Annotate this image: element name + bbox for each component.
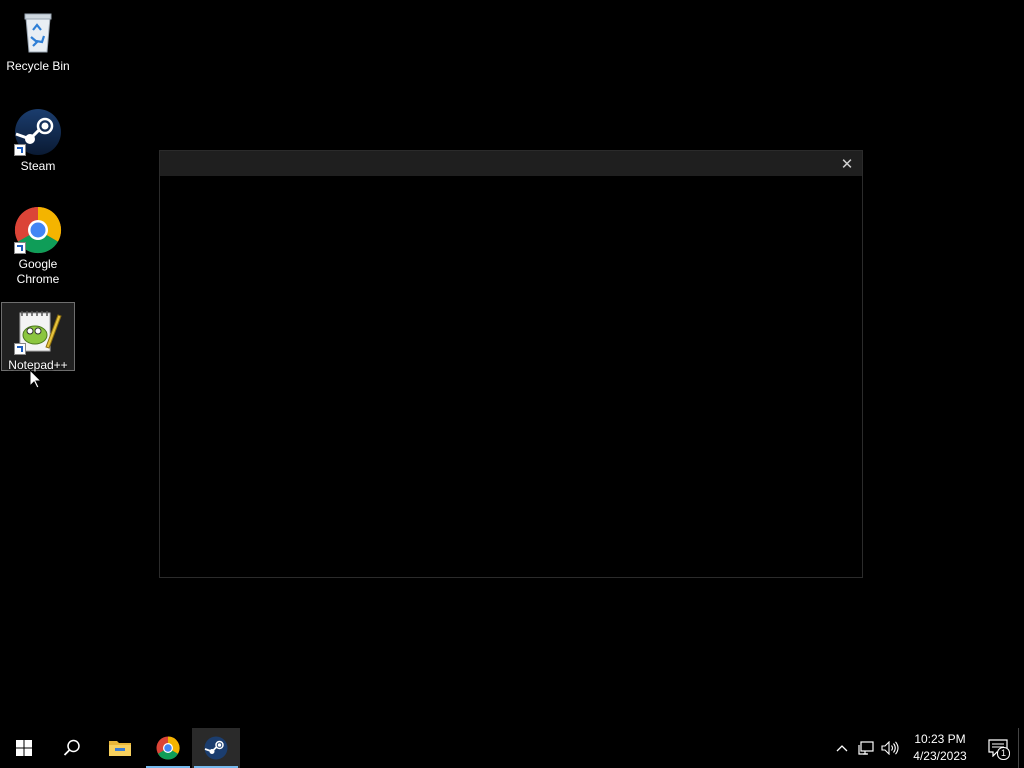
steam-icon <box>14 108 62 156</box>
clock-date: 4/23/2023 <box>913 749 967 763</box>
show-desktop-button[interactable] <box>1018 728 1024 768</box>
taskbar: 10:23 PM 4/23/2023 1 <box>0 728 1024 768</box>
chrome-taskbar-button[interactable] <box>144 728 192 768</box>
notification-count-badge: 1 <box>997 747 1010 760</box>
desktop-icon-google-chrome[interactable]: Google Chrome <box>1 202 75 290</box>
recycle-bin-icon <box>14 8 62 56</box>
shortcut-arrow-icon <box>14 144 26 156</box>
notepad-plus-plus-icon <box>14 307 62 355</box>
network-icon <box>858 741 874 755</box>
file-explorer-button[interactable] <box>96 728 144 768</box>
desktop-icon-recycle-bin[interactable]: Recycle Bin <box>1 4 75 76</box>
desktop-icon-notepad-plus-plus[interactable]: Notepad++ <box>1 302 75 372</box>
volume-button[interactable] <box>878 728 902 768</box>
desktop-icon-label: Steam <box>20 159 56 173</box>
blank-dialog-window[interactable]: ✕ <box>159 150 863 578</box>
steam-taskbar-button[interactable] <box>192 728 240 768</box>
windows-logo-icon <box>16 740 32 756</box>
desktop-icon-label: Google Chrome <box>16 257 60 286</box>
action-center-button[interactable]: 1 <box>978 728 1018 768</box>
mouse-cursor-icon <box>29 368 43 394</box>
dialog-titlebar[interactable]: ✕ <box>160 151 862 176</box>
close-icon: ✕ <box>840 155 854 173</box>
search-button[interactable] <box>48 728 96 768</box>
steam-icon <box>204 736 228 760</box>
shortcut-arrow-icon <box>14 242 26 254</box>
search-icon <box>63 739 80 756</box>
start-button[interactable] <box>0 728 48 768</box>
show-hidden-icons-button[interactable] <box>830 728 854 768</box>
clock[interactable]: 10:23 PM 4/23/2023 <box>902 731 978 765</box>
speaker-icon <box>881 741 899 755</box>
system-tray: 10:23 PM 4/23/2023 1 <box>830 728 1024 768</box>
network-button[interactable] <box>854 728 878 768</box>
folder-icon <box>109 741 131 756</box>
shortcut-arrow-icon <box>14 343 26 355</box>
clock-time: 10:23 PM <box>914 732 966 746</box>
close-button[interactable]: ✕ <box>832 151 862 176</box>
chrome-icon <box>14 206 62 254</box>
desktop-icon-label: Recycle Bin <box>6 59 70 73</box>
chrome-icon <box>156 736 180 760</box>
chevron-up-icon <box>836 745 848 752</box>
desktop-icon-steam[interactable]: Steam <box>1 104 75 176</box>
